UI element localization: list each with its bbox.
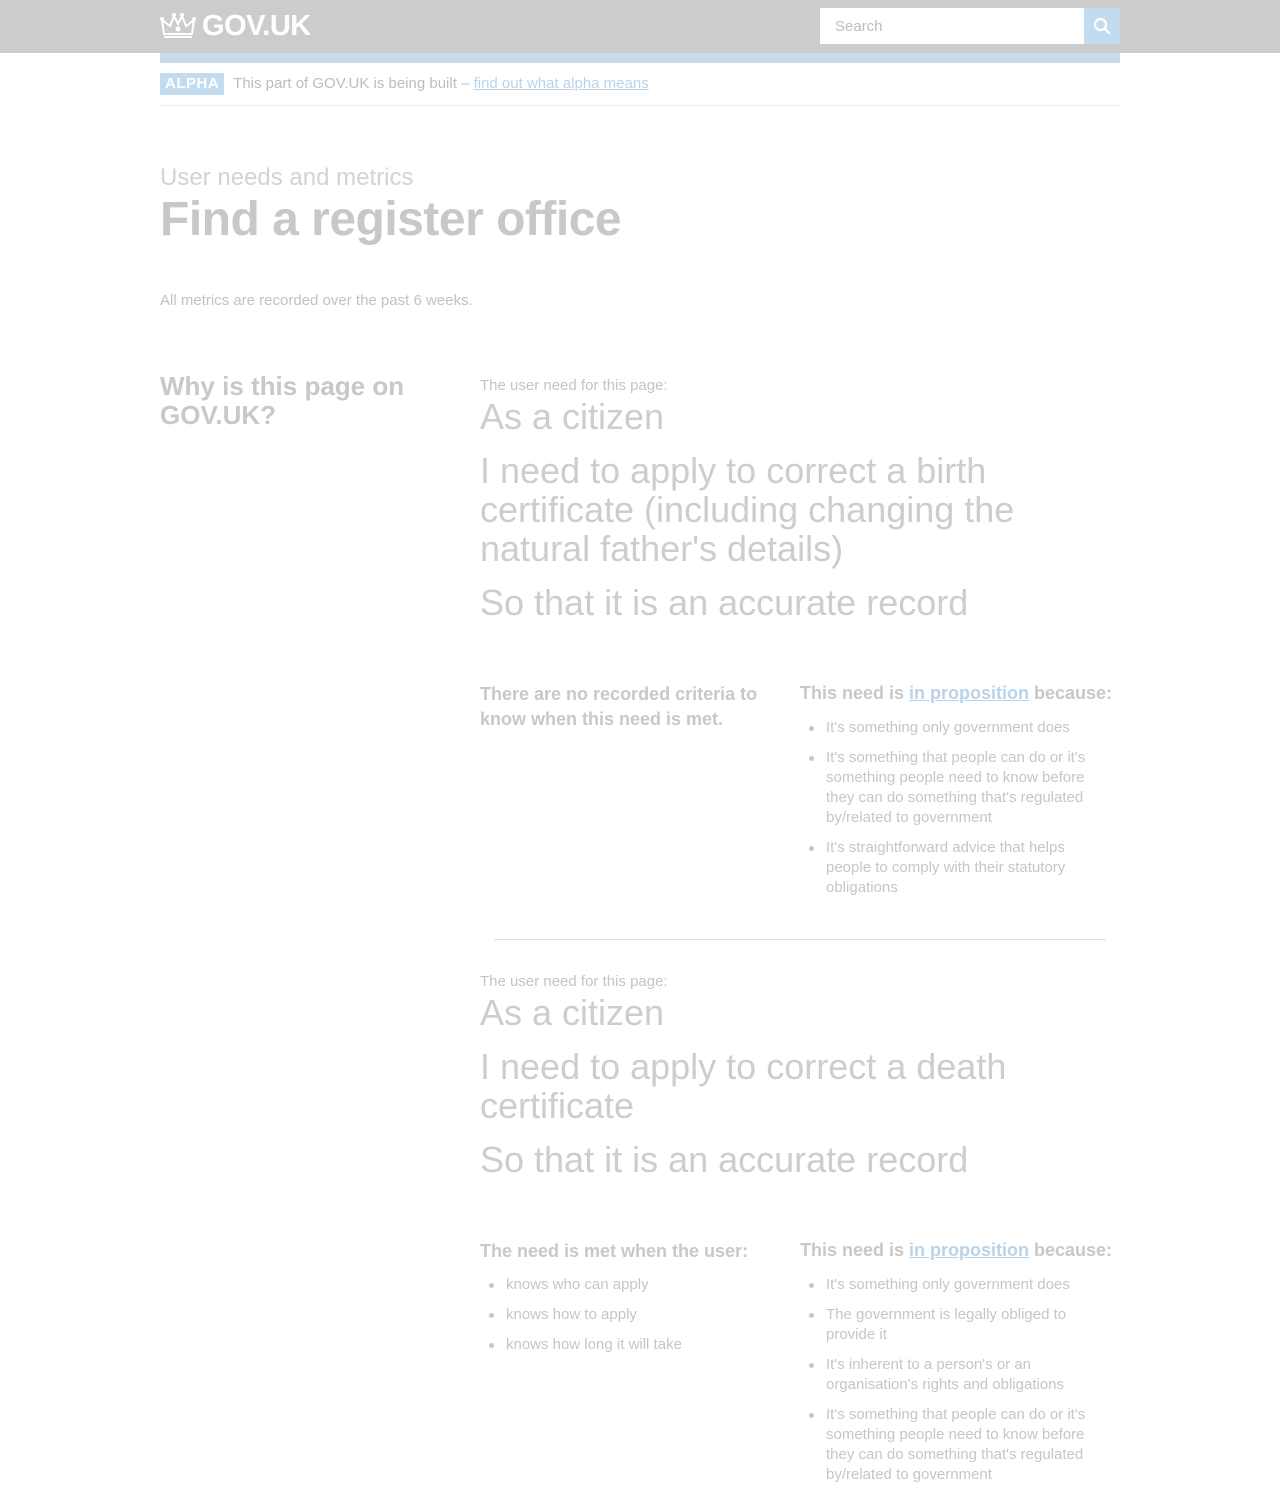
proposition-suffix: because:	[1029, 1240, 1113, 1260]
criteria-heading: There are no recorded criteria to know w…	[480, 684, 758, 729]
phase-tag: ALPHA	[160, 73, 225, 95]
list-item: It's inherent to a person's or an organi…	[800, 1355, 1100, 1395]
proposition-heading: This need is in proposition because:	[800, 1240, 1113, 1261]
proposition-reasons: It's something only government does The …	[800, 1275, 1100, 1495]
search-input[interactable]	[820, 8, 1084, 44]
search-button[interactable]	[1084, 8, 1120, 44]
list-item: It's something only government does	[800, 718, 1100, 738]
proposition-prefix: This need is	[800, 1240, 910, 1260]
need-intro: The user need for this page:	[480, 973, 668, 990]
phase-text-label: This part of GOV.UK is being built –	[233, 75, 474, 92]
crown-icon	[160, 13, 196, 38]
phase-text: This part of GOV.UK is being built – fin…	[233, 73, 649, 95]
proposition-suffix: because:	[1029, 683, 1113, 703]
criteria-heading: The need is met when the user:	[480, 1241, 749, 1261]
proposition-heading: This need is in proposition because:	[800, 683, 1113, 704]
need-role: As a citizen	[480, 396, 665, 437]
page-kicker: User needs and metrics	[160, 164, 414, 191]
phase-banner: ALPHA This part of GOV.UK is being built…	[160, 73, 1120, 106]
need-benefit: So that it is an accurate record	[480, 1139, 969, 1180]
proposition-link[interactable]: in proposition	[909, 683, 1029, 703]
need-goal: I need to apply to correct a death certi…	[480, 1046, 1007, 1126]
list-item: It's straightforward advice that helps p…	[800, 838, 1100, 898]
logo-text: GOV.UK	[202, 9, 311, 42]
list-item: It's something that people can do or it'…	[800, 748, 1100, 828]
list-item: The government is legally obliged to pro…	[800, 1305, 1100, 1345]
list-item: knows how long it will take	[480, 1335, 770, 1355]
need-role: As a citizen	[480, 992, 665, 1033]
section-heading: Why is this page on GOV.UK?	[160, 371, 405, 430]
need-intro: The user need for this page:	[480, 377, 668, 394]
list-item: It's something that people can do or it'…	[800, 1405, 1100, 1485]
alpha-info-link[interactable]: find out what alpha means	[474, 75, 649, 92]
search-icon	[1093, 17, 1111, 35]
proposition-prefix: This need is	[800, 683, 910, 703]
need-goal: I need to apply to correct a birth certi…	[480, 450, 1015, 569]
proposition-reasons: It's something only government does It's…	[800, 718, 1100, 908]
need-benefit: So that it is an accurate record	[480, 582, 969, 623]
list-item: knows how to apply	[480, 1305, 770, 1325]
page-title: Find a register office	[160, 193, 622, 246]
list-item: It's something only government does	[800, 1275, 1100, 1295]
proposition-link[interactable]: in proposition	[909, 1240, 1029, 1260]
metrics-note: All metrics are recorded over the past 6…	[160, 292, 473, 309]
list-item: knows who can apply	[480, 1275, 770, 1295]
criteria-list: knows who can apply knows how to apply k…	[480, 1275, 770, 1365]
need-divider	[494, 939, 1106, 940]
govuk-logo-link[interactable]: GOV.UK	[160, 9, 311, 43]
site-header: GOV.UK	[0, 0, 1280, 53]
header-accent-bar	[160, 53, 1120, 63]
